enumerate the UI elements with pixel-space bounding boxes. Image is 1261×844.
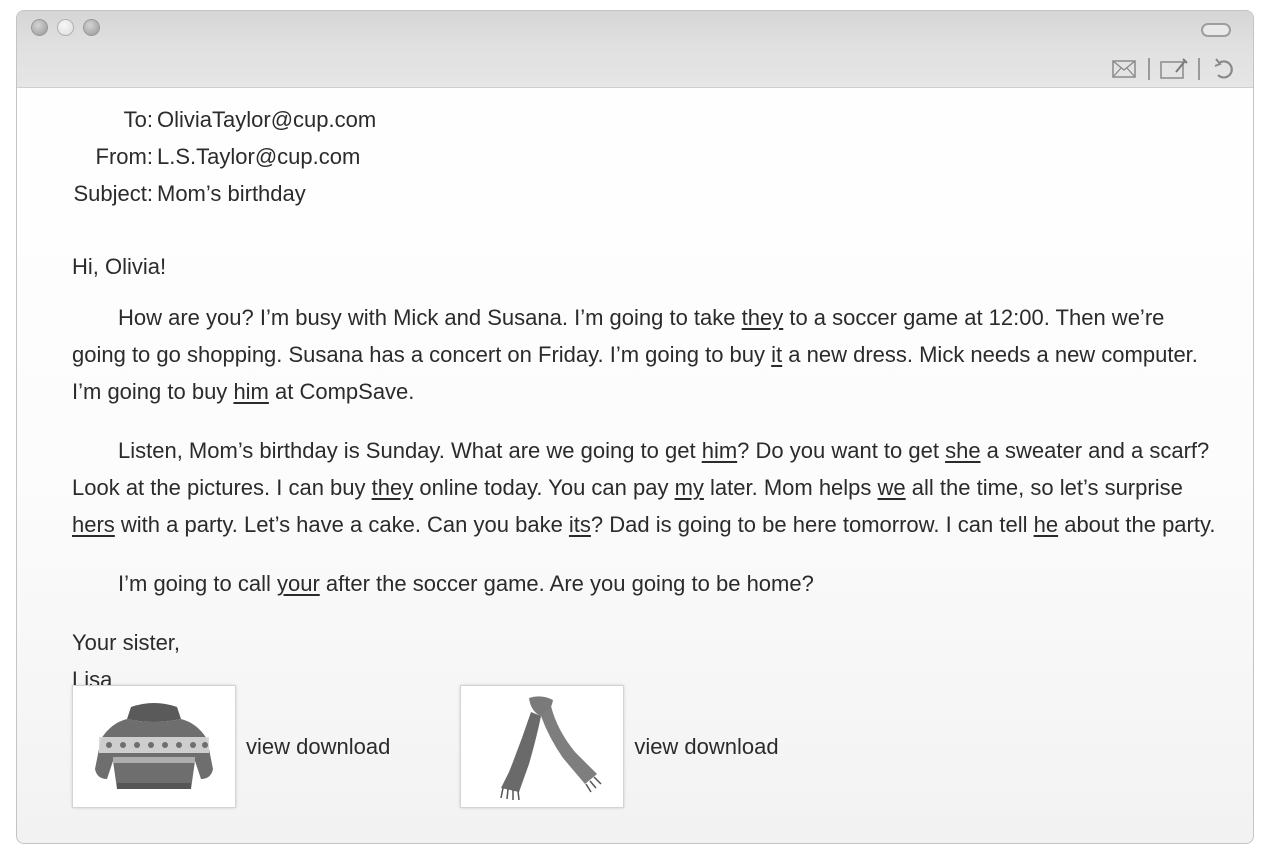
closing: Your sister, [72,630,181,655]
text-segment: after the soccer game. Are you going to … [319,571,814,596]
attachment-scarf: view download [460,685,779,808]
text-segment: ? Do you want to get [737,438,946,463]
underlined-word: she [945,438,981,463]
email-window: To: OliviaTaylor@cup.com From: L.S.Taylo… [16,10,1254,844]
sweater-image[interactable] [72,685,236,808]
toolbar-toggle-button[interactable] [1201,23,1231,37]
refresh-icon[interactable] [1209,56,1239,82]
underlined-word: him [233,379,269,404]
underlined-word: him [701,438,738,463]
toolbar-divider [1148,58,1150,80]
zoom-window-button[interactable] [83,19,100,36]
toolbar-divider [1198,58,1200,80]
scarf-view-download-link[interactable]: view download [634,734,778,760]
subject-value: Mom’s birthday [157,181,306,206]
text-segment: later. Mom helps [703,475,878,500]
text-segment: with a party. Let’s have a cake. Can you… [114,512,569,537]
text-segment: How are you? I’m busy with Mick and Susa… [118,305,742,330]
to-value: OliviaTaylor@cup.com [157,107,377,132]
text-segment: at CompSave. [268,379,415,404]
paragraph-1: How are you? I’m busy with Mick and Susa… [72,299,1217,410]
scarf-image[interactable] [460,685,625,808]
underlined-word: it [771,342,783,367]
attachment-sweater: view download [72,685,390,808]
underlined-word: they [741,305,784,330]
title-bar [17,11,1253,88]
subject-label: Subject: [73,181,154,206]
to-label: To: [123,107,153,132]
text-segment: all the time, so let’s surprise [905,475,1183,500]
paragraph-2: Listen, Mom’s birthday is Sunday. What a… [72,432,1217,543]
from-label: From: [95,144,153,169]
text-segment: about the party. [1058,512,1216,537]
from-value: L.S.Taylor@cup.com [157,144,361,169]
text-segment: I’m going to call [118,571,277,596]
email-content: To: OliviaTaylor@cup.com From: L.S.Taylo… [72,101,1217,698]
sweater-view-download-link[interactable]: view download [246,734,390,760]
subject-row: Subject: Mom’s birthday [72,175,1217,212]
text-segment: online today. You can pay [413,475,675,500]
text-segment: Listen, Mom’s birthday is Sunday. What a… [118,438,702,463]
toolbar [1109,56,1239,82]
minimize-window-button[interactable] [57,19,74,36]
underlined-word: they [371,475,414,500]
from-row: From: L.S.Taylor@cup.com [72,138,1217,175]
close-window-button[interactable] [31,19,48,36]
paragraph-3: I’m going to call your after the soccer … [72,565,1217,602]
text-segment: ? Dad is going to be here tomorrow. I ca… [590,512,1034,537]
envelope-icon[interactable] [1109,56,1139,82]
compose-icon[interactable] [1159,56,1189,82]
attachments: view download view download [72,685,779,808]
underlined-word: hers [72,512,115,537]
underlined-word: my [674,475,704,500]
underlined-word: he [1033,512,1059,537]
underlined-word: your [276,571,320,596]
to-row: To: OliviaTaylor@cup.com [72,101,1217,138]
underlined-word: its [568,512,591,537]
underlined-word: we [877,475,906,500]
greeting: Hi, Olivia! [72,254,167,279]
